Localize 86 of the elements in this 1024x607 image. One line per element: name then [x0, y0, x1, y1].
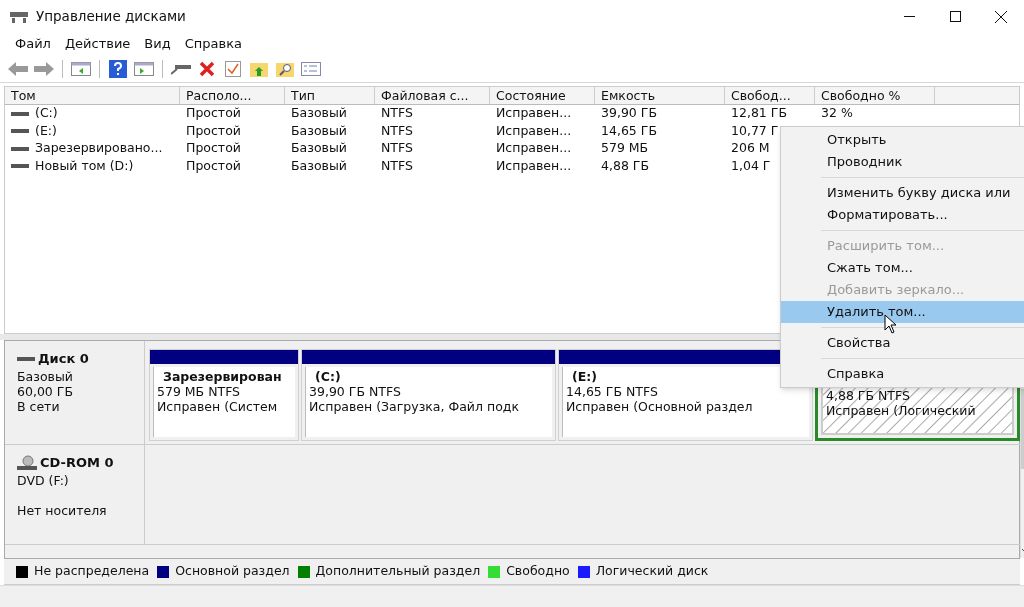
- legend-label: Свободно: [506, 562, 570, 581]
- table-cell-text: Исправен...: [496, 139, 572, 158]
- table-cell-text: 32 %: [821, 104, 853, 123]
- cd-drive-icon: [17, 454, 37, 471]
- table-cell-text: Исправен...: [496, 156, 572, 175]
- partition-size: 14,65 ГБ NTFS: [566, 384, 659, 399]
- partition-name: (C:): [314, 369, 342, 384]
- column-header[interactable]: Том: [5, 87, 180, 104]
- disk-info: 60,00 ГБ: [17, 383, 74, 399]
- partition-status: Исправен (Систем: [157, 399, 279, 414]
- menu-item[interactable]: Действие: [59, 34, 136, 54]
- context-menu-item[interactable]: Изменить букву диска или: [781, 182, 1024, 204]
- table-cell-text: Базовый: [291, 139, 347, 158]
- menu-item[interactable]: Справка: [179, 34, 247, 54]
- disk-status: Нет носителя: [17, 502, 108, 518]
- drive-icon: [11, 128, 29, 135]
- partition-size: 579 МБ NTFS: [157, 384, 242, 399]
- context-menu-item[interactable]: Сжать том...: [781, 257, 1024, 279]
- table-cell-text: 579 МБ: [601, 139, 649, 158]
- table-cell-text: Простой: [186, 156, 241, 175]
- minimize-icon: [903, 16, 915, 17]
- disk-name: Диск 0: [38, 350, 89, 368]
- column-header[interactable]: Состояние: [490, 87, 595, 104]
- disk-name: CD-ROM 0: [40, 454, 114, 472]
- table-cell-text: 1,04 Г: [731, 156, 771, 175]
- partition-name: Зарезервирован: [162, 369, 283, 384]
- table-cell-text: Базовый: [291, 121, 347, 140]
- table-cell-text: Исправен...: [496, 121, 572, 140]
- table-cell-text: (E:): [35, 121, 57, 140]
- column-header[interactable]: Свобод...: [725, 87, 815, 104]
- table-cell-text: Исправен...: [496, 104, 572, 123]
- column-header[interactable]: Тип: [285, 87, 375, 104]
- context-menu-item[interactable]: Проводник: [781, 151, 1024, 173]
- partition-size: 39,90 ГБ NTFS: [309, 384, 402, 399]
- partition-block[interactable]: (C:) 39,90 ГБ NTFS Исправен (Загрузка, Файл подк: [301, 349, 556, 441]
- legend-label: Логический диск: [595, 562, 709, 581]
- table-cell-text: 39,90 ГБ: [601, 104, 657, 123]
- context-menu-item[interactable]: Удалить том...: [781, 301, 1024, 323]
- partition-size: 4,88 ГБ NTFS: [826, 388, 911, 403]
- menu-item[interactable]: Файл: [10, 34, 56, 54]
- table-cell-text: 12,81 ГБ: [731, 104, 787, 123]
- column-header[interactable]: Свободно %: [815, 87, 935, 104]
- menu-item[interactable]: Вид: [139, 34, 176, 54]
- context-menu-item[interactable]: Форматировать...: [781, 204, 1024, 226]
- column-header[interactable]: Файловая с...: [375, 87, 490, 104]
- disk-info: Базовый: [17, 368, 74, 384]
- table-cell-text: 10,77 Г: [731, 121, 779, 140]
- table-cell-text: NTFS: [381, 121, 413, 140]
- disk-info: В сети: [17, 398, 61, 414]
- partition-status: Исправен (Логический: [826, 403, 977, 418]
- partition-block[interactable]: Зарезервирован 579 МБ NTFS Исправен (Систем: [149, 349, 299, 441]
- table-cell-text: (C:): [35, 104, 58, 123]
- partition-status: Исправен (Основной раздел: [566, 399, 754, 414]
- legend-label: Не распределена: [34, 562, 150, 581]
- table-cell-text: Базовый: [291, 104, 347, 123]
- drive-icon: [17, 355, 35, 362]
- context-menu-item[interactable]: Открыть: [781, 129, 1024, 151]
- table-cell-text: NTFS: [381, 104, 413, 123]
- legend-label: Основной раздел: [175, 562, 290, 581]
- maximize-icon: [949, 11, 961, 22]
- drive-icon: [11, 110, 29, 117]
- app-icon: [10, 9, 28, 24]
- table-cell-text: 4,88 ГБ: [601, 156, 649, 175]
- table-cell-text: Простой: [186, 121, 241, 140]
- help-button[interactable]: [106, 57, 130, 80]
- window-title: Управление дисками: [36, 7, 186, 27]
- drive-icon: [11, 163, 29, 170]
- table-cell-text: Зарезервировано...: [35, 139, 163, 158]
- column-header[interactable]: Емкость: [595, 87, 725, 104]
- table-cell-text: NTFS: [381, 139, 413, 158]
- partition-name: (E:): [571, 369, 598, 384]
- mouse-cursor-icon: [884, 314, 898, 334]
- table-cell-text: Новый том (D:): [35, 156, 134, 175]
- table-cell-text: Базовый: [291, 156, 347, 175]
- disk-info: DVD (F:): [17, 472, 70, 488]
- table-cell-text: 206 М: [731, 139, 770, 158]
- partition-status: Исправен (Загрузка, Файл подк: [309, 399, 520, 414]
- table-cell-text: Простой: [186, 104, 241, 123]
- table-cell-text: Простой: [186, 139, 241, 158]
- column-header[interactable]: Располо...: [180, 87, 285, 104]
- close-icon: [995, 10, 1007, 23]
- drive-icon: [11, 145, 29, 152]
- partition-block[interactable]: (E:) 14,65 ГБ NTFS Исправен (Основной раздел: [558, 349, 813, 441]
- table-cell-text: 14,65 ГБ: [601, 121, 657, 140]
- legend-label: Дополнительный раздел: [315, 562, 481, 581]
- table-cell-text: NTFS: [381, 156, 413, 175]
